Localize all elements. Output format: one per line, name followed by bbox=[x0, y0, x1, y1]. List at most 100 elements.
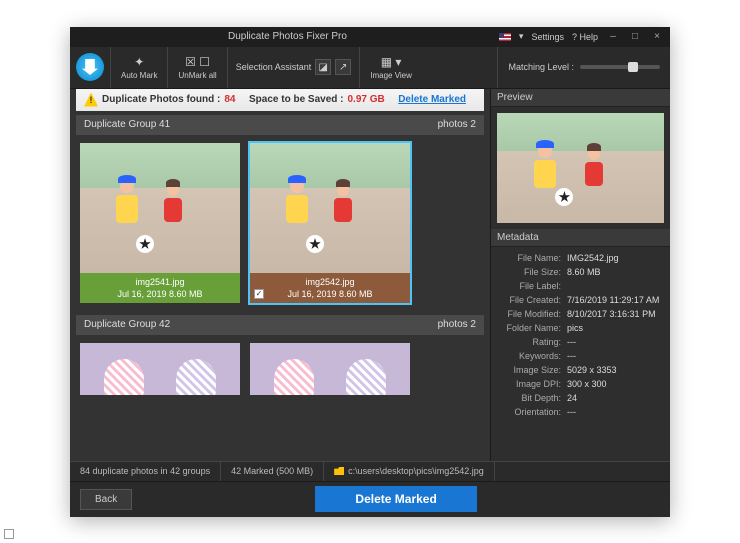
metadata-row: File Size:8.60 MB bbox=[497, 265, 664, 279]
photo-filename: img2542.jpg bbox=[254, 277, 406, 287]
status-path: c:\users\desktop\pics\img2542.jpg bbox=[324, 462, 495, 481]
photo-thumbnail bbox=[80, 143, 240, 273]
metadata-row: Orientation:--- bbox=[497, 405, 664, 419]
back-button[interactable]: Back bbox=[80, 489, 132, 510]
status-marked: 42 Marked (500 MB) bbox=[221, 462, 324, 481]
footer: Back Delete Marked bbox=[70, 481, 670, 517]
metadata-value: IMG2542.jpg bbox=[567, 253, 619, 263]
metadata-row: Image Size:5029 x 3353 bbox=[497, 363, 664, 377]
maximize-button[interactable]: □ bbox=[628, 31, 642, 43]
metadata-key: Bit Depth: bbox=[497, 393, 567, 403]
photo-filename: img2541.jpg bbox=[84, 277, 236, 287]
language-dropdown[interactable]: ▾ bbox=[519, 31, 524, 42]
delete-marked-button[interactable]: Delete Marked bbox=[315, 486, 476, 512]
close-button[interactable]: × bbox=[650, 31, 664, 43]
unmark-icon: ☒ ☐ bbox=[185, 55, 210, 69]
metadata-key: File Modified: bbox=[497, 309, 567, 319]
photo-meta: ✓ img2542.jpg Jul 16, 2019 8.60 MB bbox=[250, 273, 410, 303]
metadata-row: Image DPI:300 x 300 bbox=[497, 377, 664, 391]
metadata-header: Metadata bbox=[491, 229, 670, 247]
photo-card-selected[interactable]: ✓ img2542.jpg Jul 16, 2019 8.60 MB bbox=[250, 143, 410, 303]
metadata-row: File Name:IMG2542.jpg bbox=[497, 251, 664, 265]
metadata-value: --- bbox=[567, 407, 576, 417]
warning-icon: ! bbox=[84, 93, 98, 107]
image-view-button[interactable]: ▦ ▾ Image View bbox=[359, 47, 422, 88]
settings-link[interactable]: Settings bbox=[531, 32, 564, 42]
metadata-key: File Label: bbox=[497, 281, 567, 291]
photo-thumbnail bbox=[250, 143, 410, 273]
photo-checkbox[interactable]: ✓ bbox=[254, 289, 264, 299]
metadata-row: File Modified:8/10/2017 3:16:31 PM bbox=[497, 307, 664, 321]
selection-assistant-label: Selection Assistant bbox=[236, 62, 312, 72]
main-body: ! Duplicate Photos found : 84 Space to b… bbox=[70, 89, 670, 461]
group-count: photos 2 bbox=[438, 119, 476, 130]
matching-level-slider[interactable] bbox=[580, 65, 660, 69]
metadata-row: Rating:--- bbox=[497, 335, 664, 349]
photo-thumbnail bbox=[80, 343, 240, 395]
metadata-value: --- bbox=[567, 351, 576, 361]
delete-marked-link[interactable]: Delete Marked bbox=[398, 94, 466, 105]
group-title: Duplicate Group 42 bbox=[84, 319, 170, 330]
preview-image bbox=[497, 113, 664, 223]
toolbar: ✦ Auto Mark ☒ ☐ UnMark all Selection Ass… bbox=[70, 47, 670, 89]
titlebar: Duplicate Photos Fixer Pro ▾ Settings ? … bbox=[70, 27, 670, 47]
metadata-value: 7/16/2019 11:29:17 AM bbox=[567, 295, 659, 305]
folder-icon bbox=[334, 467, 344, 475]
status-summary: 84 duplicate photos in 42 groups bbox=[70, 462, 221, 481]
metadata-row: Keywords:--- bbox=[497, 349, 664, 363]
metadata-key: Orientation: bbox=[497, 407, 567, 417]
metadata-row: Bit Depth:24 bbox=[497, 391, 664, 405]
minimize-button[interactable]: – bbox=[606, 31, 620, 43]
group-header[interactable]: Duplicate Group 42 photos 2 bbox=[76, 315, 484, 335]
photo-card[interactable] bbox=[250, 343, 410, 387]
metadata-value: 8/10/2017 3:16:31 PM bbox=[567, 309, 656, 319]
unmark-all-label: UnMark all bbox=[178, 71, 216, 80]
photo-card[interactable] bbox=[80, 343, 240, 387]
metadata-row: File Label: bbox=[497, 279, 664, 293]
metadata-key: File Name: bbox=[497, 253, 567, 263]
space-saved-label: Space to be Saved : bbox=[249, 94, 343, 105]
preview-header: Preview bbox=[491, 89, 670, 107]
status-path-text: c:\users\desktop\pics\img2542.jpg bbox=[348, 466, 484, 476]
metadata-key: Folder Name: bbox=[497, 323, 567, 333]
auto-mark-button[interactable]: ✦ Auto Mark bbox=[110, 47, 167, 88]
photo-card[interactable]: img2541.jpg Jul 16, 2019 8.60 MB bbox=[80, 143, 240, 303]
group-title: Duplicate Group 41 bbox=[84, 119, 170, 130]
language-flag-icon[interactable] bbox=[499, 33, 511, 41]
metadata-value: 5029 x 3353 bbox=[567, 365, 617, 375]
auto-mark-label: Auto Mark bbox=[121, 71, 157, 80]
metadata-value: pics bbox=[567, 323, 583, 333]
app-logo-icon bbox=[76, 53, 104, 81]
metadata-value: 300 x 300 bbox=[567, 379, 607, 389]
group-header[interactable]: Duplicate Group 41 photos 2 bbox=[76, 115, 484, 135]
app-window: Duplicate Photos Fixer Pro ▾ Settings ? … bbox=[70, 27, 670, 517]
photo-thumbnail bbox=[250, 343, 410, 395]
results-panel: ! Duplicate Photos found : 84 Space to b… bbox=[70, 89, 490, 461]
dup-found-label: Duplicate Photos found : bbox=[102, 94, 220, 105]
metadata-key: Image DPI: bbox=[497, 379, 567, 389]
dup-found-count: 84 bbox=[224, 94, 235, 105]
app-title: Duplicate Photos Fixer Pro bbox=[76, 31, 499, 42]
photo-info: Jul 16, 2019 8.60 MB bbox=[117, 289, 202, 299]
selection-tool-1[interactable]: ◪ bbox=[315, 59, 331, 75]
unmark-all-button[interactable]: ☒ ☐ UnMark all bbox=[167, 47, 226, 88]
matching-level-control: Matching Level : bbox=[497, 47, 670, 88]
side-panel: Preview Metadata File Name:IMG2542.jpgFi… bbox=[490, 89, 670, 461]
photo-row: img2541.jpg Jul 16, 2019 8.60 MB ✓ bbox=[76, 135, 484, 311]
info-bar: ! Duplicate Photos found : 84 Space to b… bbox=[76, 89, 484, 111]
help-link[interactable]: ? Help bbox=[572, 32, 598, 42]
status-bar: 84 duplicate photos in 42 groups 42 Mark… bbox=[70, 461, 670, 481]
metadata-value: --- bbox=[567, 337, 576, 347]
metadata-list: File Name:IMG2542.jpgFile Size:8.60 MBFi… bbox=[491, 247, 670, 423]
photo-row bbox=[76, 335, 484, 395]
photo-meta: img2541.jpg Jul 16, 2019 8.60 MB bbox=[80, 273, 240, 303]
group-count: photos 2 bbox=[438, 319, 476, 330]
metadata-value: 8.60 MB bbox=[567, 267, 601, 277]
photo-info: Jul 16, 2019 8.60 MB bbox=[287, 289, 372, 299]
matching-level-label: Matching Level : bbox=[508, 62, 574, 72]
image-view-label: Image View bbox=[370, 71, 412, 80]
selection-tool-2[interactable]: ↗ bbox=[335, 59, 351, 75]
selection-assistant: Selection Assistant ◪ ↗ bbox=[227, 47, 360, 88]
wand-icon: ✦ bbox=[134, 55, 144, 69]
grid-icon: ▦ ▾ bbox=[381, 55, 402, 69]
